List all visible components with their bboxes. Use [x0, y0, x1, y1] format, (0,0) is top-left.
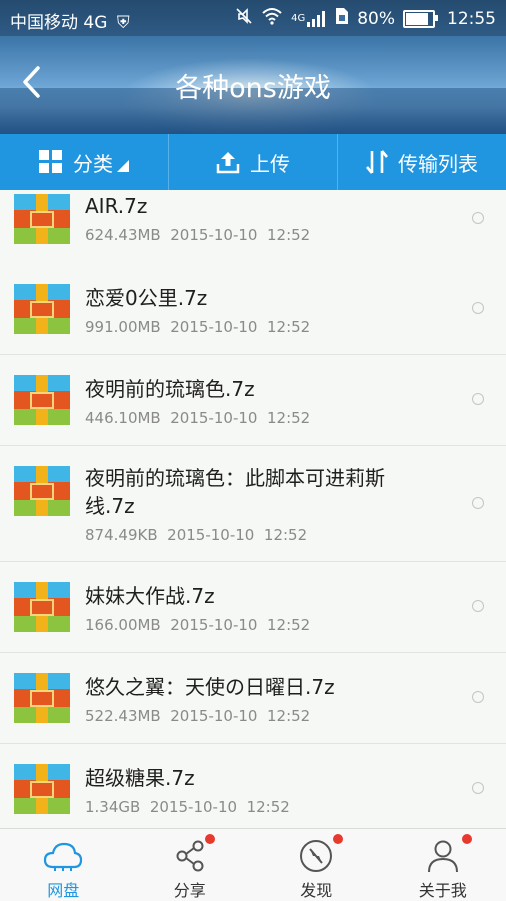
grid-icon — [39, 150, 63, 174]
zip-file-icon — [14, 764, 70, 814]
nav-label: 分享 — [127, 877, 254, 901]
nav-discover[interactable]: 发现 — [253, 829, 380, 901]
nav-cloud-disk[interactable]: 网盘 — [0, 829, 127, 901]
status-right: 4G 80% 12:55 — [235, 7, 496, 30]
file-name: 恋爱0公里.7z — [85, 284, 445, 312]
file-row[interactable]: 夜明前的琉璃色：此脚本可进莉斯线.7z 874.49KB 2015-10-10 … — [0, 446, 506, 562]
file-row[interactable]: 悠久之翼：天使の日曜日.7z 522.43MB 2015-10-10 12:52 — [0, 653, 506, 744]
nav-about-me[interactable]: 关于我 — [380, 829, 506, 901]
file-name: 超级糖果.7z — [85, 764, 445, 792]
signal-icon — [307, 11, 327, 27]
compass-icon — [296, 839, 336, 873]
zip-file-icon — [14, 375, 70, 425]
nav-label: 关于我 — [380, 877, 506, 901]
file-meta: 446.10MB 2015-10-10 12:52 — [85, 409, 310, 427]
select-radio[interactable] — [472, 393, 484, 405]
network-type: 4G — [291, 13, 305, 24]
bottom-nav: 网盘 分享 发现 关于我 — [0, 828, 506, 901]
file-row[interactable]: 夜明前的琉璃色.7z 446.10MB 2015-10-10 12:52 — [0, 355, 506, 446]
upload-label: 上传 — [250, 148, 290, 177]
file-row[interactable]: AIR.7z 624.43MB 2015-10-10 12:52 — [0, 190, 506, 265]
share-icon — [170, 839, 210, 873]
person-icon — [423, 839, 463, 873]
cloud-icon — [43, 839, 83, 873]
category-button[interactable]: 分类 — [0, 134, 169, 190]
file-meta: 874.49KB 2015-10-10 12:52 — [85, 526, 307, 544]
select-radio[interactable] — [472, 497, 484, 509]
page-title: 各种ons游戏 — [0, 66, 506, 105]
dropdown-triangle-icon — [117, 160, 129, 172]
file-list: AIR.7z 624.43MB 2015-10-10 12:52 恋爱0公里.7… — [0, 190, 506, 828]
file-name: 悠久之翼：天使の日曜日.7z — [85, 673, 445, 701]
file-name: 夜明前的琉璃色：此脚本可进莉斯线.7z — [85, 464, 430, 520]
status-time: 12:55 — [447, 9, 496, 29]
file-name: 夜明前的琉璃色.7z — [85, 375, 445, 403]
battery-percent: 80% — [357, 9, 395, 29]
file-meta: 1.34GB 2015-10-10 12:52 — [85, 798, 290, 816]
mute-icon — [235, 7, 253, 30]
nav-label: 发现 — [253, 877, 380, 901]
notification-badge — [205, 834, 215, 844]
zip-file-icon — [14, 284, 70, 334]
file-meta: 522.43MB 2015-10-10 12:52 — [85, 707, 310, 725]
nav-label: 网盘 — [0, 877, 127, 901]
status-carrier: 中国移动 4G ⛨ — [10, 8, 130, 33]
action-toolbar: 分类 上传 传输列表 — [0, 134, 506, 190]
shield-icon: ⛨ — [117, 13, 130, 33]
notification-badge — [462, 834, 472, 844]
upload-button[interactable]: 上传 — [169, 134, 338, 190]
transfer-label: 传输列表 — [398, 148, 478, 177]
file-name: AIR.7z — [85, 192, 445, 220]
file-row[interactable]: 妹妹大作战.7z 166.00MB 2015-10-10 12:52 — [0, 562, 506, 653]
nav-share[interactable]: 分享 — [127, 829, 254, 901]
select-radio[interactable] — [472, 212, 484, 224]
battery-icon — [403, 10, 435, 28]
transfer-arrows-icon — [366, 149, 388, 175]
app-header: 中国移动 4G ⛨ 4G 80% 12:55 各种ons游戏 — [0, 0, 506, 134]
zip-file-icon — [14, 673, 70, 723]
file-meta: 991.00MB 2015-10-10 12:52 — [85, 318, 310, 336]
file-meta: 166.00MB 2015-10-10 12:52 — [85, 616, 310, 634]
select-radio[interactable] — [472, 302, 484, 314]
file-row[interactable]: 超级糖果.7z 1.34GB 2015-10-10 12:52 — [0, 744, 506, 828]
sim-icon — [335, 7, 349, 30]
select-radio[interactable] — [472, 691, 484, 703]
file-row[interactable]: 恋爱0公里.7z 991.00MB 2015-10-10 12:52 — [0, 264, 506, 355]
wifi-icon — [261, 7, 283, 30]
zip-file-icon — [14, 582, 70, 632]
zip-file-icon — [14, 466, 70, 516]
zip-file-icon — [14, 194, 70, 244]
select-radio[interactable] — [472, 600, 484, 612]
select-radio[interactable] — [472, 782, 484, 794]
status-bar: 中国移动 4G ⛨ 4G 80% 12:55 — [0, 0, 506, 36]
category-label: 分类 — [73, 148, 113, 177]
transfer-list-button[interactable]: 传输列表 — [338, 134, 506, 190]
file-meta: 624.43MB 2015-10-10 12:52 — [85, 226, 310, 244]
upload-icon — [216, 150, 240, 174]
notification-badge — [333, 834, 343, 844]
file-name: 妹妹大作战.7z — [85, 582, 445, 610]
